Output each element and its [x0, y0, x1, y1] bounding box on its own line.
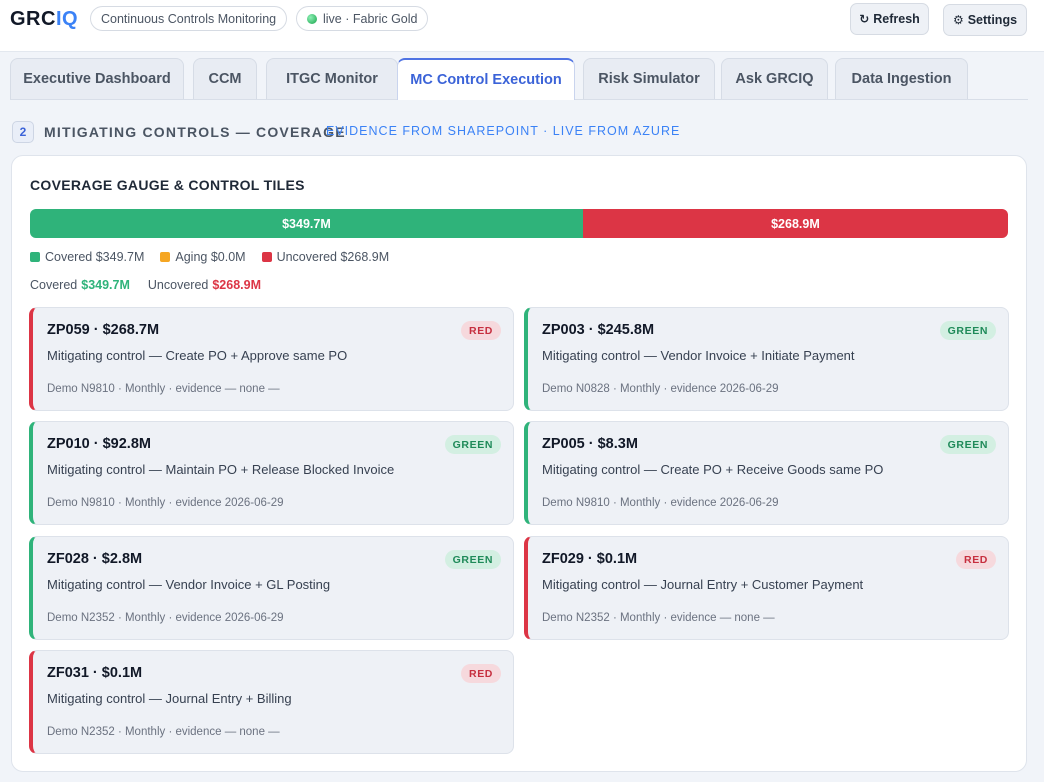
- legend-item-covered: Covered $349.7M: [30, 250, 144, 264]
- tile-description: Mitigating control — Create PO + Receive…: [542, 462, 884, 477]
- tab-label: Ask GRCIQ: [735, 71, 814, 87]
- status-badge: GREEN: [444, 550, 501, 569]
- control-tile[interactable]: ZF028 · $2.8M GREEN Mitigating control —…: [29, 536, 514, 640]
- status-badge: RED: [956, 550, 996, 569]
- settings-label: Settings: [967, 13, 1018, 27]
- tile-id: ZP059 · $268.7M: [47, 322, 160, 338]
- live-status-label: live · Fabric Gold: [323, 11, 418, 26]
- tab-ccm[interactable]: CCM: [193, 58, 257, 99]
- tab-mc-control-execution[interactable]: MC Control Execution: [397, 58, 575, 100]
- coverage-totals: Covered $349.7M Uncovered $268.9M: [30, 278, 279, 292]
- legend-swatch: [261, 252, 272, 262]
- live-status-pill: live · Fabric Gold: [296, 6, 429, 31]
- legend-swatch: [30, 252, 40, 262]
- tab-ask-grciq[interactable]: Ask GRCIQ: [721, 58, 828, 99]
- control-tile[interactable]: ZF029 · $0.1M RED Mitigating control — J…: [524, 536, 1009, 640]
- tile-description: Mitigating control — Create PO + Approve…: [47, 348, 348, 363]
- uncovered-total-label: Uncovered: [147, 278, 209, 292]
- control-tile[interactable]: ZP003 · $245.8M GREEN Mitigating control…: [524, 307, 1009, 411]
- section-title: MITIGATING CONTROLS — COVERAGE: [44, 124, 346, 140]
- covered-total: Covered $349.7M: [30, 278, 130, 292]
- tile-meta: Demo N2352 · Monthly · evidence — none —: [542, 612, 775, 624]
- tile-description: Mitigating control — Vendor Invoice + GL…: [47, 577, 331, 592]
- refresh-button[interactable]: ↻ Refresh: [850, 3, 929, 35]
- tile-description: Mitigating control — Journal Entry + Bil…: [47, 691, 292, 706]
- coverage-card: COVERAGE GAUGE & CONTROL TILES $349.7M $…: [11, 155, 1027, 772]
- covered-total-value: $349.7M: [81, 278, 130, 292]
- uncovered-total: Uncovered $268.9M: [148, 278, 261, 292]
- legend-item-uncovered: Uncovered $268.9M: [261, 250, 390, 264]
- tile-meta: Demo N9810 · Monthly · evidence — none —: [47, 383, 280, 395]
- tab-label: MC Control Execution: [410, 72, 562, 88]
- status-badge: GREEN: [444, 435, 501, 454]
- tile-id: ZF028 · $2.8M: [47, 551, 143, 567]
- legend-label: Covered $349.7M: [45, 250, 145, 264]
- control-tile[interactable]: ZP059 · $268.7M RED Mitigating control —…: [29, 307, 514, 411]
- coverage-gauge: $349.7M $268.9M: [30, 209, 1008, 238]
- tile-id: ZF029 · $0.1M: [542, 551, 638, 567]
- module-pill: Continuous Controls Monitoring: [90, 6, 288, 31]
- settings-button[interactable]: ⚙ Settings: [943, 4, 1027, 36]
- tile-description: Mitigating control — Vendor Invoice + In…: [542, 348, 855, 363]
- refresh-label: Refresh: [873, 12, 920, 26]
- logo-main: GRC: [10, 8, 56, 30]
- status-badge: GREEN: [939, 321, 996, 340]
- tab-label: Risk Simulator: [598, 71, 700, 87]
- tile-meta: Demo N9810 · Monthly · evidence 2026-06-…: [542, 497, 779, 509]
- control-tile[interactable]: ZF031 · $0.1M RED Mitigating control — J…: [29, 650, 514, 754]
- tile-meta: Demo N9810 · Monthly · evidence 2026-06-…: [47, 497, 284, 509]
- status-badge: RED: [461, 321, 501, 340]
- status-badge: GREEN: [939, 435, 996, 454]
- legend-item-aging: Aging $0.0M: [160, 250, 246, 264]
- section-number-badge: 2: [12, 121, 34, 143]
- gear-icon: ⚙: [952, 13, 964, 27]
- tile-id: ZF031 · $0.1M: [47, 665, 143, 681]
- tab-label: CCM: [208, 71, 242, 87]
- logo-accent: IQ: [55, 8, 79, 30]
- tile-id: ZP010 · $92.8M: [47, 436, 151, 452]
- gauge-legend: Covered $349.7M Aging $0.0M Uncovered $2…: [30, 250, 405, 264]
- gauge-covered-label: $349.7M: [282, 216, 331, 231]
- module-pill-label: Continuous Controls Monitoring: [101, 11, 277, 26]
- gauge-covered-segment: $349.7M: [30, 209, 583, 238]
- gauge-uncovered-label: $268.9M: [771, 216, 820, 231]
- tab-label: ITGC Monitor: [286, 71, 378, 87]
- tile-description: Mitigating control — Maintain PO + Relea…: [47, 462, 395, 477]
- refresh-icon: ↻: [859, 12, 870, 26]
- app-header: GRCIQ Continuous Controls Monitoring liv…: [0, 0, 1044, 52]
- gauge-uncovered-segment: $268.9M: [582, 209, 1008, 238]
- tab-label: Data Ingestion: [851, 71, 952, 87]
- control-tile[interactable]: ZP010 · $92.8M GREEN Mitigating control …: [29, 421, 514, 525]
- tile-id: ZP003 · $245.8M: [542, 322, 655, 338]
- status-badge: RED: [461, 664, 501, 683]
- tab-data-ingestion[interactable]: Data Ingestion: [835, 58, 968, 99]
- covered-total-label: Covered: [30, 278, 78, 292]
- app-logo[interactable]: GRCIQ: [10, 8, 78, 31]
- legend-label: Aging $0.0M: [175, 250, 246, 264]
- tile-meta: Demo N0828 · Monthly · evidence 2026-06-…: [542, 383, 779, 395]
- uncovered-total-value: $268.9M: [212, 278, 262, 292]
- live-dot-icon: [307, 13, 317, 24]
- section-subtitle: EVIDENCE FROM SHAREPOINT · LIVE FROM AZU…: [326, 124, 681, 138]
- control-tile[interactable]: ZP005 · $8.3M GREEN Mitigating control —…: [524, 421, 1009, 525]
- legend-swatch: [160, 252, 171, 262]
- main-tabs: Executive Dashboard CCM ITGC Monitor MC …: [10, 58, 1028, 100]
- tab-executive-dashboard[interactable]: Executive Dashboard: [10, 58, 184, 99]
- tab-risk-simulator[interactable]: Risk Simulator: [583, 58, 715, 99]
- tile-id: ZP005 · $8.3M: [542, 436, 638, 452]
- card-title: COVERAGE GAUGE & CONTROL TILES: [30, 177, 305, 193]
- tile-meta: Demo N2352 · Monthly · evidence 2026-06-…: [47, 612, 284, 624]
- tile-meta: Demo N2352 · Monthly · evidence — none —: [47, 726, 280, 738]
- tile-description: Mitigating control — Journal Entry + Cus…: [542, 577, 864, 592]
- tab-itgc-monitor[interactable]: ITGC Monitor: [266, 58, 398, 99]
- tab-label: Executive Dashboard: [23, 71, 171, 87]
- legend-label: Uncovered $268.9M: [276, 250, 390, 264]
